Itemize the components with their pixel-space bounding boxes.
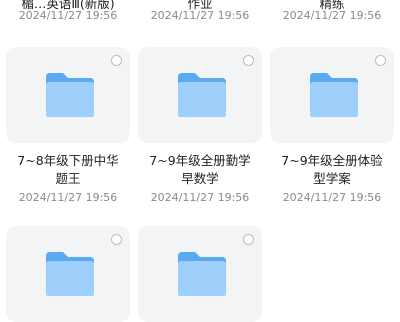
file-item-top-3[interactable]: 精练 2024/11/27 19:56 <box>266 0 398 30</box>
folder-name-line1: 7~9年级全册勤学 <box>149 153 251 168</box>
top-row-partial: 楣…英语Ⅲ(新版) 2024/11/27 19:56 作业 2024/11/27… <box>0 0 400 30</box>
folder-name-line2: 早数学 <box>181 171 219 186</box>
folder-icon <box>46 73 94 117</box>
select-circle-icon[interactable] <box>375 55 386 66</box>
folder-label-3: 7~9年级全册体验 型学案 2024/11/27 19:56 <box>270 152 394 207</box>
folder-date: 2024/11/27 19:56 <box>18 191 118 204</box>
folder-date: 2024/11/27 19:56 <box>150 191 250 204</box>
folder-card-3[interactable] <box>270 47 394 143</box>
file-date: 2024/11/27 19:56 <box>18 9 118 22</box>
file-date: 2024/11/27 19:56 <box>150 9 250 22</box>
file-item-top-1[interactable]: 楣…英语Ⅲ(新版) 2024/11/27 19:56 <box>2 0 134 30</box>
folder-card-5[interactable] <box>138 226 262 322</box>
folder-label-2: 7~9年级全册勤学 早数学 2024/11/27 19:56 <box>138 152 262 207</box>
select-circle-icon[interactable] <box>111 55 122 66</box>
folder-card-4[interactable] <box>6 226 130 322</box>
file-item-top-2[interactable]: 作业 2024/11/27 19:56 <box>134 0 266 30</box>
folder-card-2[interactable] <box>138 47 262 143</box>
folder-icon <box>46 252 94 296</box>
folder-name-line2: 型学案 <box>313 171 351 186</box>
folder-icon <box>178 73 226 117</box>
folder-icon <box>178 252 226 296</box>
folder-date: 2024/11/27 19:56 <box>282 191 382 204</box>
folder-label-1: 7~8年级下册中华 题王 2024/11/27 19:56 <box>6 152 130 207</box>
folder-name-line1: 7~9年级全册体验 <box>281 153 383 168</box>
folder-name-line1: 7~8年级下册中华 <box>17 153 119 168</box>
select-circle-icon[interactable] <box>243 55 254 66</box>
folder-name-line2: 题王 <box>55 171 81 186</box>
folder-card-1[interactable] <box>6 47 130 143</box>
select-circle-icon[interactable] <box>111 234 122 245</box>
file-date: 2024/11/27 19:56 <box>282 9 382 22</box>
folder-icon <box>310 73 358 117</box>
select-circle-icon[interactable] <box>243 234 254 245</box>
